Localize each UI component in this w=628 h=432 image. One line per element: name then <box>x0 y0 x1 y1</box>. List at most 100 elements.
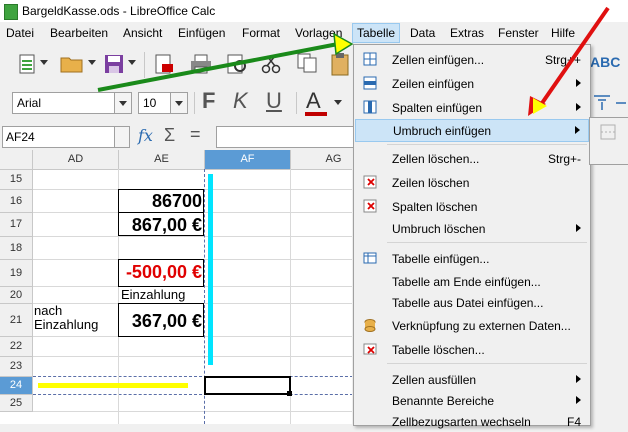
toolbar-separator <box>296 92 297 114</box>
menu-item-spalten-einfuegen[interactable]: Spalten einfügen <box>355 97 589 118</box>
menu-item-zellen-loeschen[interactable]: Zellen löschen... Strg+- <box>355 148 589 169</box>
menu-tabelle[interactable]: Tabelle <box>352 23 401 43</box>
menu-item-tabelle-einfuegen[interactable]: Tabelle einfügen... <box>355 248 589 269</box>
submenu-arrow-icon <box>576 224 581 232</box>
row-header-17[interactable]: 17 <box>0 213 33 237</box>
chevron-down-icon[interactable] <box>114 93 131 113</box>
menu-item-benannte-bereiche[interactable]: Benannte Bereiche <box>355 390 589 411</box>
formula-icon[interactable]: = <box>190 124 201 145</box>
menu-item-umbruch-einfuegen[interactable]: Umbruch einfügen <box>355 119 589 142</box>
paste-icon[interactable] <box>330 52 350 76</box>
menu-fenster[interactable]: Fenster <box>498 26 539 40</box>
cell-ae21[interactable]: 367,00 € <box>120 311 202 332</box>
row-header-16[interactable]: 16 <box>0 190 33 213</box>
menu-vorlagen[interactable]: Vorlagen <box>295 26 342 40</box>
column-header-ag[interactable]: AG <box>291 150 352 170</box>
menu-item-zeilen-loeschen[interactable]: Zeilen löschen <box>355 172 589 193</box>
name-box-value: AF24 <box>6 130 35 144</box>
value-divider-16-17 <box>118 212 204 213</box>
insert-columns-icon <box>363 100 377 114</box>
row-header-23[interactable]: 23 <box>0 357 33 377</box>
menu-item-zeilen-einfuegen[interactable]: Zeilen einfügen <box>355 73 589 94</box>
cut-icon[interactable] <box>260 54 282 74</box>
font-size-combobox[interactable]: 10 <box>138 92 188 114</box>
menu-daten[interactable]: Data <box>410 26 435 40</box>
menu-separator <box>387 144 587 145</box>
row-header-18[interactable]: 18 <box>0 237 33 260</box>
row-header-24[interactable]: 24 <box>0 377 33 395</box>
print-icon[interactable] <box>190 54 212 74</box>
row-header-20[interactable]: 20 <box>0 287 33 304</box>
window-title: BargeldKasse.ods - LibreOffice Calc <box>22 4 216 18</box>
select-all-corner[interactable] <box>0 150 33 170</box>
export-pdf-icon[interactable] <box>154 54 174 74</box>
chevron-down-icon[interactable] <box>88 60 96 66</box>
font-color-button[interactable]: A <box>306 88 321 114</box>
selected-cell-af24[interactable] <box>204 376 291 395</box>
cell-ad21[interactable]: nach Einzahlung <box>34 304 98 332</box>
menu-hilfe[interactable]: Hilfe <box>551 26 575 40</box>
column-header-af[interactable]: AF <box>205 150 291 170</box>
column-header-ae[interactable]: AE <box>119 150 205 170</box>
umbruch-submenu <box>589 117 628 165</box>
menu-item-spalten-loeschen[interactable]: Spalten löschen <box>355 196 589 217</box>
column-header-ad[interactable]: AD <box>33 150 119 170</box>
calc-app-icon <box>4 4 18 20</box>
spellcheck-icon[interactable]: ABC <box>590 54 620 70</box>
chevron-down-icon[interactable] <box>114 127 129 147</box>
chevron-down-icon[interactable] <box>128 60 136 66</box>
new-document-icon[interactable] <box>18 54 36 74</box>
toolbar-separator <box>144 52 145 78</box>
formula-input[interactable] <box>216 126 353 148</box>
save-icon[interactable] <box>104 54 124 74</box>
print-preview-icon[interactable] <box>226 54 248 74</box>
cell-ae19[interactable]: -500,00 € <box>120 262 202 283</box>
insert-cells-icon <box>363 52 377 66</box>
menu-extras[interactable]: Extras <box>450 26 484 40</box>
cell-ae17[interactable]: 867,00 € <box>120 215 202 236</box>
menu-ansicht[interactable]: Ansicht <box>123 26 162 40</box>
menu-item-tabelle-loeschen[interactable]: Tabelle löschen... <box>355 339 589 360</box>
open-folder-icon[interactable] <box>60 54 84 74</box>
menu-item-zellen-ausfuellen[interactable]: Zellen ausfüllen <box>355 369 589 390</box>
spreadsheet-grid[interactable]: AD AE AF AG 15 16 17 18 19 20 21 22 23 2… <box>0 150 352 424</box>
chevron-down-icon[interactable] <box>334 100 342 106</box>
sum-icon[interactable]: Σ <box>164 125 175 146</box>
name-box[interactable]: AF24 <box>2 126 130 148</box>
toolbar-separator <box>194 92 195 114</box>
menu-item-umbruch-loeschen[interactable]: Umbruch löschen <box>355 218 589 239</box>
align-center-vertical-icon[interactable] <box>614 94 628 112</box>
delete-sheet-icon <box>363 343 377 355</box>
menu-datei[interactable]: Datei <box>6 26 34 40</box>
fill-handle[interactable] <box>287 391 292 396</box>
row-header-25[interactable]: 25 <box>0 395 33 412</box>
delete-rows-icon <box>363 175 377 189</box>
copy-icon[interactable] <box>296 52 318 74</box>
menu-bearbeiten[interactable]: Bearbeiten <box>50 26 108 40</box>
bold-button[interactable]: F <box>202 88 215 114</box>
row-header-19[interactable]: 19 <box>0 260 33 287</box>
menu-item-verknuepfung[interactable]: Verknüpfung zu externen Daten... <box>355 315 589 336</box>
row-header-22[interactable]: 22 <box>0 337 33 357</box>
row-header-21[interactable]: 21 <box>0 304 33 337</box>
insert-rows-icon <box>363 76 377 90</box>
row-header-15[interactable]: 15 <box>0 170 33 190</box>
chevron-down-icon[interactable] <box>40 60 48 66</box>
function-wizard-icon[interactable]: fx <box>138 126 153 145</box>
align-top-icon[interactable] <box>592 94 612 112</box>
menu-item-tabelle-am-ende[interactable]: Tabelle am Ende einfügen... <box>355 271 589 292</box>
font-size-value: 10 <box>143 96 157 110</box>
menu-einfuegen[interactable]: Einfügen <box>178 26 225 40</box>
menu-format[interactable]: Format <box>242 26 280 40</box>
cell-ae16[interactable]: 86700 <box>120 191 202 212</box>
cell-ae20[interactable]: Einzahlung <box>121 287 185 302</box>
delete-columns-icon <box>363 199 377 213</box>
underline-button[interactable]: U <box>266 88 282 114</box>
page-break-icon[interactable] <box>599 124 617 140</box>
menu-item-zellbezugsarten[interactable]: Zellbezugsarten wechseln F4 <box>355 411 589 432</box>
chevron-down-icon[interactable] <box>170 93 187 113</box>
menu-item-tabelle-aus-datei[interactable]: Tabelle aus Datei einfügen... <box>355 292 589 313</box>
menu-item-zellen-einfuegen[interactable]: Zellen einfügen... Strg++ <box>355 49 589 70</box>
italic-button[interactable]: K <box>233 88 248 114</box>
font-name-combobox[interactable]: Arial <box>12 92 132 114</box>
